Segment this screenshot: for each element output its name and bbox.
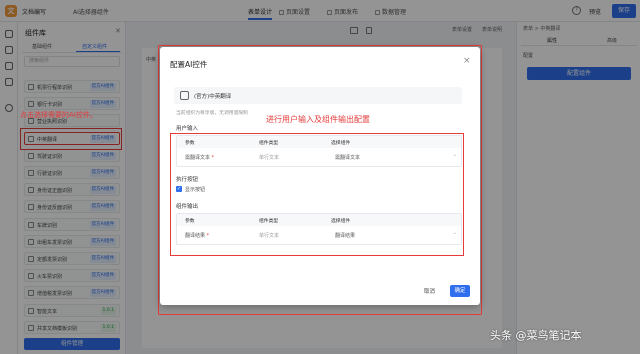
cancel-button[interactable]: 取消: [424, 287, 435, 295]
show-button-label: 显示按钮: [185, 187, 206, 193]
show-button-checkbox[interactable]: ✓: [176, 186, 182, 192]
param-type: 单行文本: [259, 155, 280, 161]
annotation-left: 点击选择需要的AI控件。: [20, 111, 97, 119]
column-header: 参数: [185, 219, 195, 224]
param-name: 需翻译文本 *: [185, 155, 215, 161]
column-header: 参数: [185, 141, 195, 146]
output-component-select[interactable]: 翻译结果 ⌄: [331, 230, 459, 240]
column-header: 组件类型: [259, 219, 279, 224]
table-header: [177, 136, 461, 148]
column-header: 组件类型: [259, 141, 279, 146]
chevron-down-icon: ⌄: [452, 230, 457, 236]
close-icon[interactable]: ×: [463, 56, 471, 66]
ok-button[interactable]: 确定: [450, 285, 470, 297]
selected-value: 需翻译文本: [335, 155, 361, 161]
input-component-select[interactable]: 需翻译文本 ⌄: [331, 152, 459, 162]
selected-component-header: (官方)中英翻译: [174, 87, 462, 104]
output-label: 组件输出: [176, 204, 199, 210]
component-name: (官方)中英翻译: [194, 94, 232, 100]
table-header: [177, 214, 461, 226]
input-table: 参数 组件类型 选择组件 需翻译文本 * 单行文本 需翻译文本 ⌄: [176, 135, 462, 167]
translate-icon: [180, 91, 189, 100]
user-input-label: 用户输入: [176, 126, 199, 132]
config-ai-dialog: 配置AI控件 × (官方)中英翻译 当前组织为尊享版，无调用量限制 进行用户输入…: [160, 47, 480, 305]
exec-button-label: 执行按钮: [176, 177, 199, 183]
dialog-title: 配置AI控件: [170, 60, 208, 69]
selected-value: 翻译结果: [335, 233, 356, 239]
quota-hint: 当前组织为尊享版，无调用量限制: [176, 111, 248, 116]
chevron-down-icon: ⌄: [452, 152, 457, 158]
column-header: 选择组件: [331, 141, 351, 146]
output-table: 参数 组件类型 选择组件 翻译结果 * 单行文本 翻译结果 ⌄: [176, 213, 462, 245]
annotation-mid: 进行用户输入及组件输出配置: [266, 115, 370, 124]
watermark: 头条 @菜鸟笔记本: [490, 329, 582, 342]
param-type: 单行文本: [259, 233, 280, 239]
column-header: 选择组件: [331, 219, 351, 224]
param-name: 翻译结果 *: [185, 233, 210, 239]
